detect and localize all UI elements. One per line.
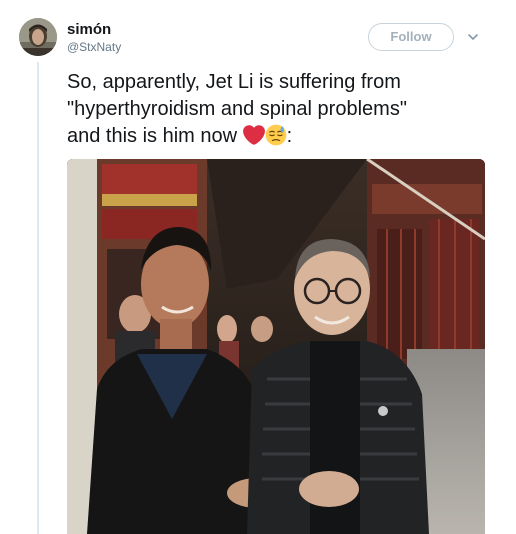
tweet-text-segment: and this is him now xyxy=(67,125,238,147)
tweet-text: So, apparently, Jet Li is suffering from… xyxy=(67,69,507,150)
avatar[interactable] xyxy=(19,18,57,56)
tweet-text-segment: : xyxy=(286,125,293,147)
user-handle[interactable]: @StxNaty xyxy=(67,40,121,55)
tweet-text-line: and this is him now : xyxy=(67,123,507,150)
red-heart-emoji xyxy=(242,125,265,145)
chevron-down-icon[interactable] xyxy=(466,30,480,44)
downcast-face-with-sweat-emoji xyxy=(265,124,287,146)
tweet-text-line: So, apparently, Jet Li is suffering from xyxy=(67,71,401,93)
user-display-name[interactable]: simón xyxy=(67,21,111,39)
follow-button[interactable]: Follow xyxy=(368,23,454,51)
tweet-text-line: "hyperthyroidism and spinal problems" xyxy=(67,98,407,120)
tweet-photo[interactable] xyxy=(67,159,485,534)
tweet-card: simón @StxNaty Follow So, apparently, Je… xyxy=(0,0,516,534)
thread-line xyxy=(37,62,39,534)
